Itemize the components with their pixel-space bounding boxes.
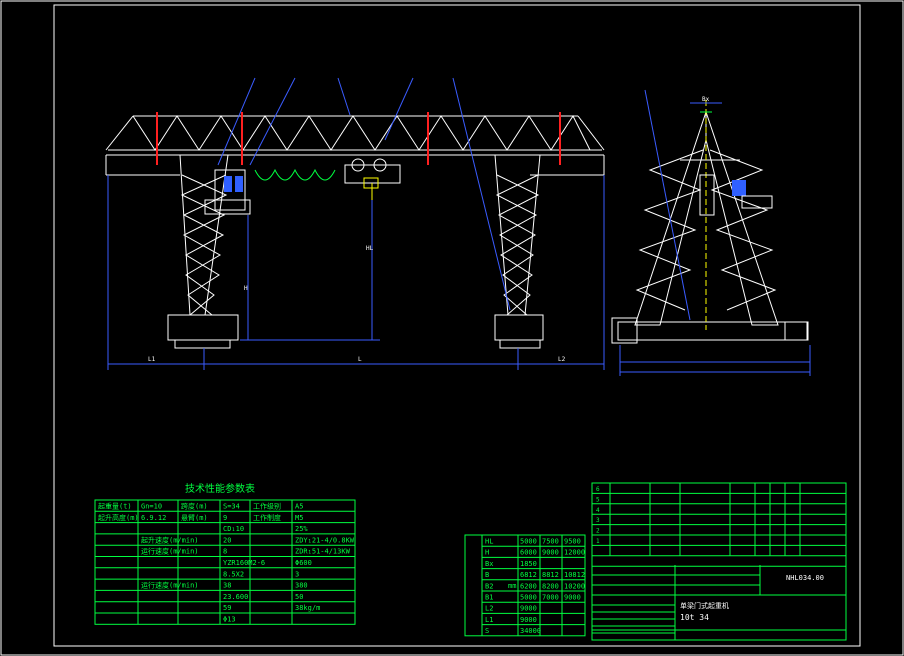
dim-cell: B2	[485, 582, 493, 590]
dim-cell: 5000	[520, 594, 537, 602]
dim-cell: 6200	[520, 582, 537, 590]
dim-cell: 7000	[542, 594, 559, 602]
param-cell: 380	[295, 582, 308, 590]
param-cell: 50	[295, 593, 303, 601]
left-cabin	[204, 169, 251, 215]
product-name: 单梁门式起重机	[680, 601, 729, 610]
part-number: 5	[596, 496, 600, 503]
dim-cell: 9000	[520, 616, 537, 624]
hoist	[344, 158, 401, 200]
cad-drawing: L1 L L2 H HL Bx 技术性能参数表 起重量(t) Gn=10 跨度(…	[0, 0, 904, 656]
param-cell: 起升高度(m)	[98, 513, 139, 522]
dim-cell: 9000	[564, 594, 581, 602]
dim-cell: 12000	[564, 549, 585, 557]
title-block: 6 5 4 3 2 1 NHL034.00 单梁门式起重机 10t 34	[591, 482, 847, 641]
param-cell: ZDR₁51-4/13KW	[295, 548, 351, 556]
dim-l2: L2	[558, 356, 566, 363]
param-table: 技术性能参数表 起重量(t) Gn=10 跨度(m) S=34 工作级别 A5 起升高度(m…	[94, 482, 356, 625]
dim-cell: 10812	[564, 571, 585, 579]
dim-table: HL 5000 7500 9500 H 6000 9000 12000 Bx 1850 B 6812 8…	[464, 534, 586, 637]
dim-cell: B	[485, 571, 489, 579]
param-cell: 25%	[295, 525, 308, 533]
front-dimensions	[107, 175, 605, 370]
param-cell: CD₁10	[223, 525, 244, 533]
dim-table-unit: mm	[508, 582, 516, 590]
part-number: 3	[596, 517, 600, 524]
dim-cell: 34000	[520, 627, 541, 635]
param-cell: 起重量(t)	[98, 503, 132, 511]
dim-cell: 5000	[520, 538, 537, 546]
dim-cell: 6812	[520, 571, 537, 579]
side-view: Bx	[611, 89, 811, 376]
dim-h: H	[244, 285, 248, 292]
dim-cell: 9500	[564, 538, 581, 546]
dim-cell: H	[485, 549, 489, 557]
drawing-number: NHL034.00	[786, 574, 824, 582]
dim-cell: 10200	[564, 582, 585, 590]
param-cell: 23.600	[223, 593, 248, 601]
product-spec: 10t 34	[680, 613, 709, 622]
param-cell: 起升速度(m/min)	[141, 535, 199, 544]
festoon-cable	[254, 168, 336, 181]
param-cell: 悬臂(m)	[181, 513, 208, 522]
side-dimensions	[619, 89, 811, 376]
param-cell: 跨度(m)	[181, 502, 208, 511]
param-cell: 运行速度(m/min)	[141, 581, 199, 590]
dim-bx: Bx	[702, 96, 710, 103]
param-cell: 3	[295, 570, 299, 578]
dim-cell: Bx	[485, 560, 493, 568]
param-cell: S=34	[223, 503, 240, 511]
param-cell: 9	[223, 514, 227, 522]
param-cell: 工作制度	[253, 513, 281, 522]
dim-cell: HL	[485, 538, 493, 546]
side-cabin	[732, 180, 746, 196]
param-cell: A5	[295, 503, 303, 511]
dim-cell: 9000	[542, 549, 559, 557]
param-cell: 59	[223, 604, 231, 612]
right-leg	[494, 154, 544, 349]
dim-cell: 8200	[542, 582, 559, 590]
part-number: 4	[596, 507, 600, 514]
dim-cell: L1	[485, 616, 493, 624]
param-cell: 38	[223, 582, 231, 590]
dim-hl: HL	[366, 245, 374, 252]
dim-cell: 8812	[542, 571, 559, 579]
dim-cell: 9000	[520, 605, 537, 613]
part-number: 1	[596, 538, 600, 545]
dim-cell: 6000	[520, 549, 537, 557]
param-cell: 工作级别	[253, 502, 281, 511]
dim-l1: L1	[148, 356, 156, 363]
leader-lines	[217, 77, 511, 311]
param-cell: M5	[295, 514, 303, 522]
param-cell: 6.9.12	[141, 514, 166, 522]
dim-cell: B1	[485, 594, 493, 602]
part-number: 2	[596, 528, 600, 535]
dim-cell: 7500	[542, 538, 559, 546]
param-cell: 运行速度(m/min)	[141, 547, 199, 556]
dim-cell: L2	[485, 605, 493, 613]
param-cell: YZR160M2-6	[223, 559, 265, 567]
param-table-title: 技术性能参数表	[185, 482, 255, 495]
param-cell: Φ13	[223, 616, 236, 624]
param-cell: 38kg/m	[295, 604, 320, 612]
param-cell: ZDY₁21-4/0.8KW	[295, 536, 355, 544]
front-view: L1 L L2 H HL	[105, 77, 605, 370]
param-cell: 20	[223, 536, 231, 544]
dim-cell: 1850	[520, 560, 537, 568]
part-number: 6	[596, 486, 600, 493]
dim-cell: S	[485, 627, 489, 635]
param-cell: 8	[223, 548, 227, 556]
param-cell: 8.5X2	[223, 570, 244, 578]
param-cell: Φ600	[295, 559, 312, 567]
dim-l: L	[358, 356, 362, 363]
param-cell: Gn=10	[141, 503, 162, 511]
